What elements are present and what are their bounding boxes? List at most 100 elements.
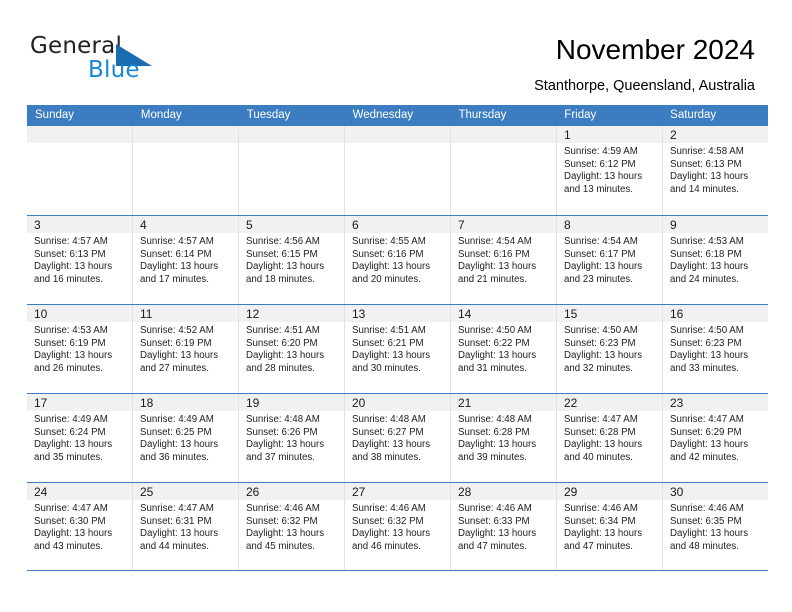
calendar-day-cell[interactable]: 2 Sunrise: 4:58 AM Sunset: 6:13 PM Daylight… [663, 126, 768, 215]
daylight-text-line1: Daylight: 13 hours [34, 439, 113, 451]
page-subtitle: Stanthorpe, Queensland, Australia [534, 78, 755, 94]
day-details: Sunrise: 4:47 AM Sunset: 6:29 PM Daylight:… [663, 411, 768, 464]
day-number: 20 [352, 396, 366, 410]
calendar-day-cell[interactable]: 15 Sunrise: 4:50 AM Sunset: 6:23 PM Dayligh… [557, 305, 663, 393]
day-number: 15 [564, 307, 578, 321]
day-details: Sunrise: 4:49 AM Sunset: 6:25 PM Daylight:… [133, 411, 238, 464]
daylight-text-line2: and 28 minutes. [246, 362, 315, 374]
calendar-day-cell[interactable]: 17 Sunrise: 4:49 AM Sunset: 6:24 PM Dayligh… [27, 394, 133, 482]
daylight-text-line1: Daylight: 13 hours [352, 528, 431, 540]
calendar-weeks: 1 Sunrise: 4:59 AM Sunset: 6:12 PM Daylight… [27, 126, 768, 571]
calendar-day-cell[interactable]: 24 Sunrise: 4:47 AM Sunset: 6:30 PM Dayligh… [27, 483, 133, 570]
calendar-day-cell[interactable]: 8 Sunrise: 4:54 AM Sunset: 6:17 PM Daylight… [557, 216, 663, 304]
daylight-text-line2: and 45 minutes. [246, 540, 315, 552]
sunset-text: Sunset: 6:17 PM [564, 248, 636, 260]
calendar-day-cell[interactable]: 16 Sunrise: 4:50 AM Sunset: 6:23 PM Dayligh… [663, 305, 768, 393]
sunset-text: Sunset: 6:28 PM [458, 426, 530, 438]
calendar-day-cell[interactable]: 13 Sunrise: 4:51 AM Sunset: 6:21 PM Dayligh… [345, 305, 451, 393]
day-number-band: 22 [557, 394, 662, 411]
calendar-day-cell[interactable]: 7 Sunrise: 4:54 AM Sunset: 6:16 PM Daylight… [451, 216, 557, 304]
sunrise-text: Sunrise: 4:53 AM [34, 325, 108, 336]
calendar-day-cell[interactable]: 28 Sunrise: 4:46 AM Sunset: 6:33 PM Dayligh… [451, 483, 557, 570]
calendar-day-cell[interactable]: 9 Sunrise: 4:53 AM Sunset: 6:18 PM Daylight… [663, 216, 768, 304]
calendar-day-cell[interactable]: 18 Sunrise: 4:49 AM Sunset: 6:25 PM Dayligh… [133, 394, 239, 482]
day-number-band: 26 [239, 483, 344, 500]
daylight-text-line2: and 35 minutes. [34, 451, 103, 463]
calendar-day-cell[interactable]: 12 Sunrise: 4:51 AM Sunset: 6:20 PM Dayligh… [239, 305, 345, 393]
sunrise-text: Sunrise: 4:49 AM [34, 414, 108, 425]
day-number-band: 6 [345, 216, 450, 233]
daylight-text-line1: Daylight: 13 hours [670, 171, 749, 183]
day-number-band [345, 126, 450, 143]
day-details: Sunrise: 4:51 AM Sunset: 6:21 PM Daylight:… [345, 322, 450, 375]
daylight-text-line1: Daylight: 13 hours [246, 439, 325, 451]
day-number-band [133, 126, 238, 143]
day-number: 13 [352, 307, 366, 321]
day-number: 5 [246, 218, 253, 232]
day-number: 2 [670, 128, 677, 142]
calendar-day-cell[interactable]: 6 Sunrise: 4:55 AM Sunset: 6:16 PM Daylight… [345, 216, 451, 304]
calendar-day-cell[interactable]: 27 Sunrise: 4:46 AM Sunset: 6:32 PM Dayligh… [345, 483, 451, 570]
calendar-day-cell[interactable]: 20 Sunrise: 4:48 AM Sunset: 6:27 PM Dayligh… [345, 394, 451, 482]
day-details [133, 143, 238, 146]
day-number: 6 [352, 218, 359, 232]
daylight-text-line2: and 30 minutes. [352, 362, 421, 374]
daylight-text-line1: Daylight: 13 hours [140, 528, 219, 540]
day-number: 17 [34, 396, 48, 410]
calendar-day-cell[interactable]: 30 Sunrise: 4:46 AM Sunset: 6:35 PM Dayligh… [663, 483, 768, 570]
brand-name-blue: Blue [88, 57, 140, 83]
sunrise-text: Sunrise: 4:49 AM [140, 414, 214, 425]
daylight-text-line2: and 47 minutes. [458, 540, 527, 552]
calendar-day-cell[interactable]: 1 Sunrise: 4:59 AM Sunset: 6:12 PM Daylight… [557, 126, 663, 215]
daylight-text-line1: Daylight: 13 hours [564, 350, 643, 362]
day-details: Sunrise: 4:48 AM Sunset: 6:26 PM Daylight:… [239, 411, 344, 464]
sunrise-text: Sunrise: 4:50 AM [564, 325, 638, 336]
calendar-day-cell[interactable]: 19 Sunrise: 4:48 AM Sunset: 6:26 PM Dayligh… [239, 394, 345, 482]
calendar-day-cell[interactable]: 10 Sunrise: 4:53 AM Sunset: 6:19 PM Dayligh… [27, 305, 133, 393]
calendar-day-cell[interactable]: 29 Sunrise: 4:46 AM Sunset: 6:34 PM Dayligh… [557, 483, 663, 570]
sunset-text: Sunset: 6:24 PM [34, 426, 106, 438]
day-details: Sunrise: 4:50 AM Sunset: 6:23 PM Daylight:… [557, 322, 662, 375]
day-number: 14 [458, 307, 472, 321]
day-details: Sunrise: 4:51 AM Sunset: 6:20 PM Daylight:… [239, 322, 344, 375]
sunset-text: Sunset: 6:31 PM [140, 515, 212, 527]
sunset-text: Sunset: 6:15 PM [246, 248, 318, 260]
daylight-text-line2: and 16 minutes. [34, 273, 103, 285]
brand-logo[interactable]: General Blue [30, 33, 210, 89]
day-number-band: 4 [133, 216, 238, 233]
calendar-day-cell[interactable]: 21 Sunrise: 4:48 AM Sunset: 6:28 PM Dayligh… [451, 394, 557, 482]
calendar-day-cell-empty [345, 126, 451, 215]
day-number-band: 9 [663, 216, 768, 233]
calendar-week-row: 24 Sunrise: 4:47 AM Sunset: 6:30 PM Dayligh… [27, 482, 768, 571]
daylight-text-line1: Daylight: 13 hours [564, 261, 643, 273]
daylight-text-line2: and 43 minutes. [34, 540, 103, 552]
sunrise-text: Sunrise: 4:53 AM [670, 236, 744, 247]
calendar-day-cell[interactable]: 11 Sunrise: 4:52 AM Sunset: 6:19 PM Dayligh… [133, 305, 239, 393]
day-number: 30 [670, 485, 684, 499]
sunrise-text: Sunrise: 4:46 AM [352, 503, 426, 514]
sunrise-text: Sunrise: 4:46 AM [458, 503, 532, 514]
day-number: 11 [140, 307, 153, 321]
sunset-text: Sunset: 6:13 PM [670, 158, 742, 170]
calendar-day-cell[interactable]: 5 Sunrise: 4:56 AM Sunset: 6:15 PM Daylight… [239, 216, 345, 304]
day-number: 19 [246, 396, 260, 410]
calendar-day-cell[interactable]: 26 Sunrise: 4:46 AM Sunset: 6:32 PM Dayligh… [239, 483, 345, 570]
calendar-day-cell[interactable]: 14 Sunrise: 4:50 AM Sunset: 6:22 PM Dayligh… [451, 305, 557, 393]
calendar-day-cell[interactable]: 3 Sunrise: 4:57 AM Sunset: 6:13 PM Daylight… [27, 216, 133, 304]
calendar-day-cell[interactable]: 22 Sunrise: 4:47 AM Sunset: 6:28 PM Dayligh… [557, 394, 663, 482]
day-details: Sunrise: 4:54 AM Sunset: 6:17 PM Daylight:… [557, 233, 662, 286]
day-details [451, 143, 556, 146]
daylight-text-line1: Daylight: 13 hours [140, 261, 219, 273]
calendar-day-cell[interactable]: 25 Sunrise: 4:47 AM Sunset: 6:31 PM Dayligh… [133, 483, 239, 570]
weekday-header-saturday: Saturday [670, 109, 717, 121]
sunrise-text: Sunrise: 4:51 AM [246, 325, 320, 336]
sunrise-text: Sunrise: 4:50 AM [458, 325, 532, 336]
daylight-text-line2: and 37 minutes. [246, 451, 315, 463]
calendar-day-cell[interactable]: 23 Sunrise: 4:47 AM Sunset: 6:29 PM Dayligh… [663, 394, 768, 482]
day-number: 8 [564, 218, 571, 232]
calendar-day-cell[interactable]: 4 Sunrise: 4:57 AM Sunset: 6:14 PM Daylight… [133, 216, 239, 304]
daylight-text-line1: Daylight: 13 hours [34, 350, 113, 362]
daylight-text-line1: Daylight: 13 hours [670, 261, 749, 273]
daylight-text-line1: Daylight: 13 hours [140, 350, 219, 362]
sunset-text: Sunset: 6:23 PM [670, 337, 742, 349]
